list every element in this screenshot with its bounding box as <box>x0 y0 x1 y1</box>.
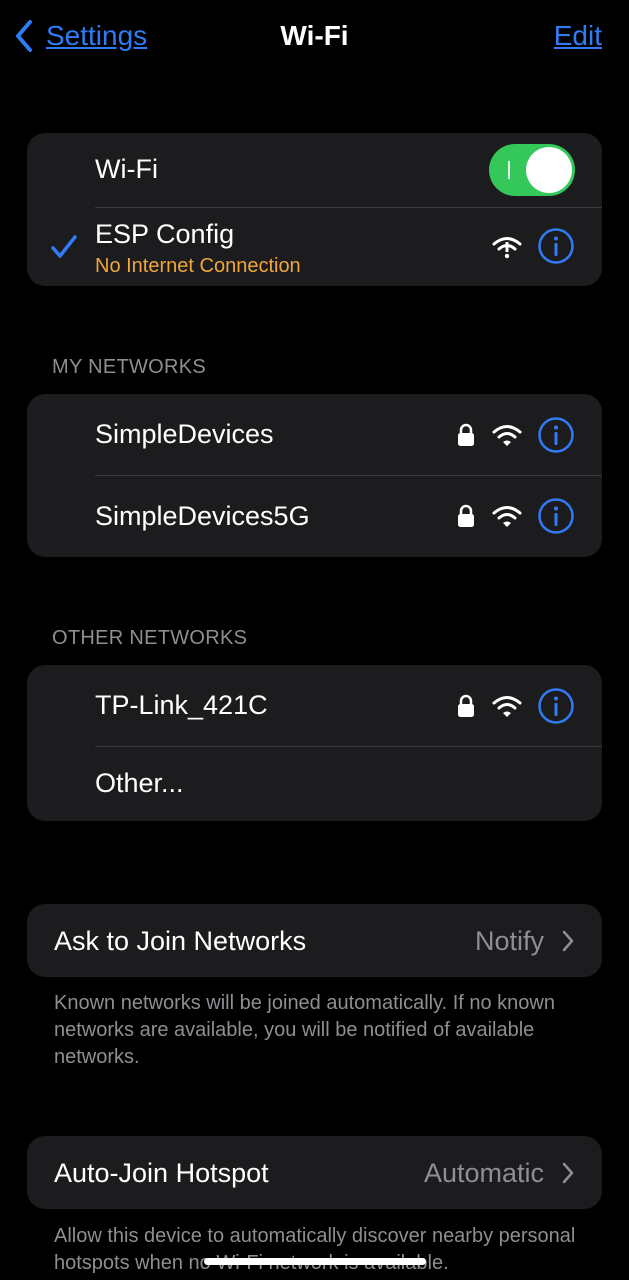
wifi-exclamation-icon <box>492 237 522 259</box>
other-network-row[interactable]: Other... <box>27 746 602 821</box>
ask-to-join-group: Ask to Join Networks Notify <box>27 904 602 977</box>
wifi-icon <box>492 425 522 446</box>
ask-to-join-footnote: Known networks will be joined automatica… <box>54 992 555 1068</box>
wifi-toggle[interactable] <box>489 144 575 196</box>
current-network-group: Wi-Fi ESP Config No Internet Connection <box>27 133 602 286</box>
info-circle-icon[interactable] <box>537 687 575 725</box>
lock-icon <box>458 694 474 717</box>
page-title: Wi-Fi <box>280 20 349 51</box>
checkmark-icon <box>51 235 77 258</box>
network-row-simpledevices5g[interactable]: SimpleDevices5G <box>27 475 602 557</box>
wifi-label: Wi-Fi <box>95 154 158 184</box>
info-circle-icon[interactable] <box>537 227 575 265</box>
lock-icon <box>458 504 474 527</box>
other-networks-header: OTHER NETWORKS <box>52 627 248 649</box>
auto-join-footnote: Allow this device to automatically disco… <box>54 1225 576 1274</box>
connected-network-name: ESP Config <box>95 219 235 249</box>
network-name: TP-Link_421C <box>95 690 268 720</box>
wifi-icon <box>492 696 522 717</box>
auto-join-label: Auto-Join Hotspot <box>54 1158 269 1188</box>
ask-to-join-row[interactable]: Ask to Join Networks Notify <box>27 904 602 977</box>
network-name: SimpleDevices <box>95 419 274 449</box>
chevron-right-icon <box>562 930 574 952</box>
lock-icon <box>458 423 474 446</box>
wifi-toggle-row: Wi-Fi <box>27 133 602 207</box>
connected-network-status: No Internet Connection <box>95 255 301 277</box>
home-indicator[interactable] <box>204 1258 426 1265</box>
my-networks-group: SimpleDevices SimpleDevices5G <box>27 394 602 557</box>
other-networks-group: TP-Link_421C Other... <box>27 665 602 821</box>
network-row-tp-link[interactable]: TP-Link_421C <box>27 665 602 746</box>
connected-network-row[interactable]: ESP Config No Internet Connection <box>27 207 602 286</box>
edit-button[interactable]: Edit <box>554 20 602 52</box>
info-circle-icon[interactable] <box>537 497 575 535</box>
auto-join-group: Auto-Join Hotspot Automatic <box>27 1136 602 1209</box>
toggle-knob <box>526 147 572 193</box>
network-name: SimpleDevices5G <box>95 501 310 531</box>
ask-to-join-value: Notify <box>474 926 544 956</box>
info-circle-icon[interactable] <box>537 416 575 454</box>
navigation-bar: Settings Wi-Fi Edit <box>0 0 629 80</box>
other-network-label: Other... <box>95 768 184 798</box>
wifi-icon <box>492 506 522 527</box>
auto-join-row[interactable]: Auto-Join Hotspot Automatic <box>27 1136 602 1209</box>
toggle-on-mark <box>508 161 510 179</box>
auto-join-value: Automatic <box>423 1158 544 1188</box>
chevron-right-icon <box>562 1162 574 1184</box>
my-networks-header: MY NETWORKS <box>52 356 207 378</box>
ask-to-join-label: Ask to Join Networks <box>54 926 307 956</box>
network-row-simpledevices[interactable]: SimpleDevices <box>27 394 602 475</box>
